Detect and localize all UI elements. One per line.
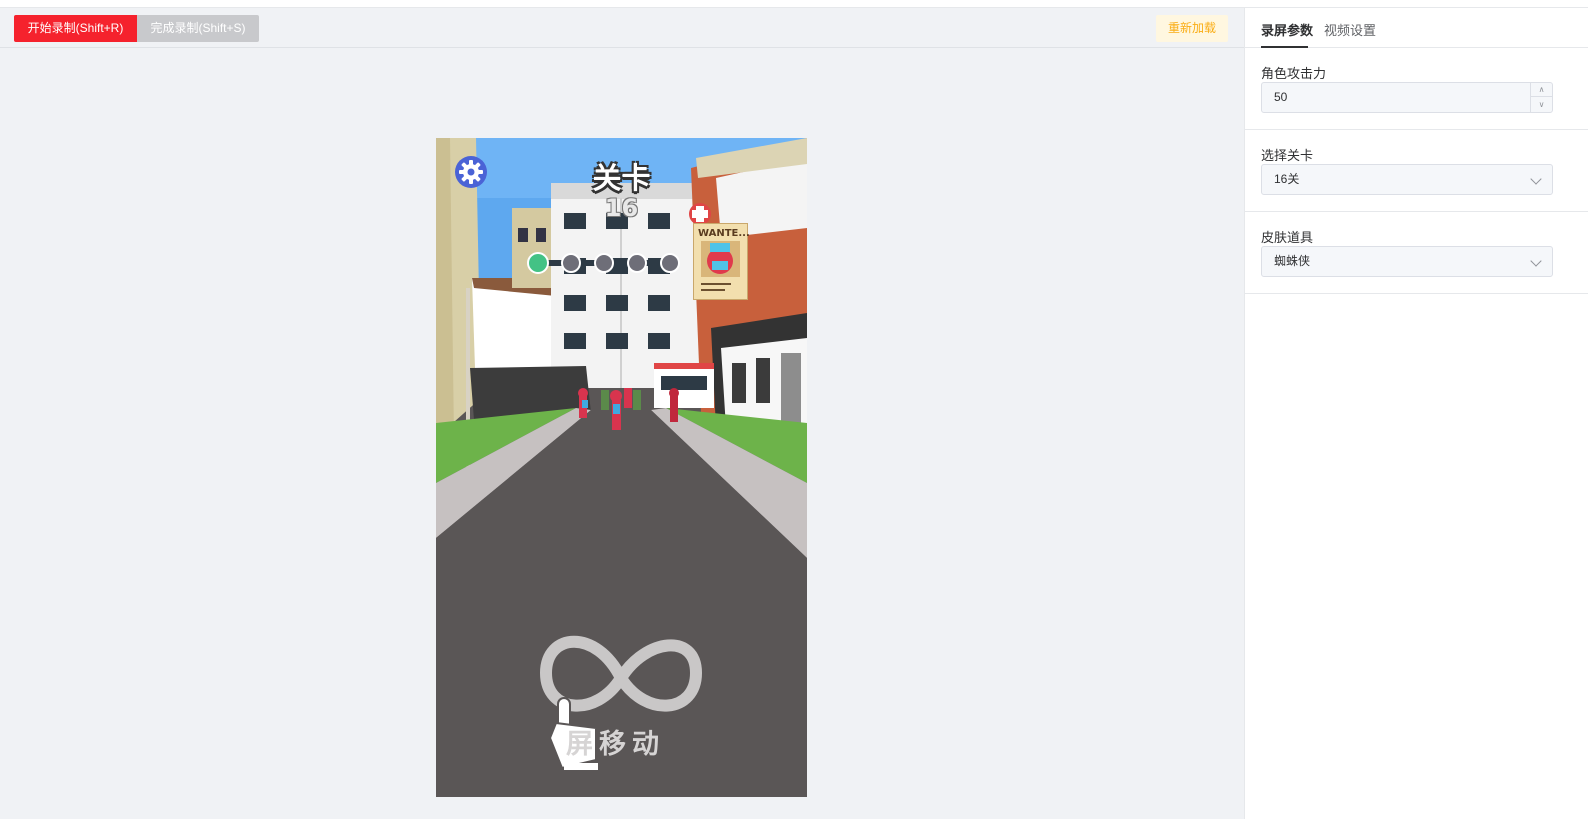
panel-tabs: 录屏参数 视频设置 [1245,8,1588,48]
skin-value: 蜘蛛侠 [1274,254,1311,268]
level-section: 选择关卡 16关 [1245,130,1588,212]
attack-section: 角色攻击力 50 ∧ ∨ [1245,48,1588,130]
attack-value: 50 [1274,90,1288,104]
skin-section: 皮肤道具 蜘蛛侠 [1245,212,1588,294]
toolbar: 开始录制(Shift+R) 完成录制(Shift+S) 重新加载 [0,8,1244,48]
level-select[interactable]: 16关 [1261,164,1553,195]
level-label: 选择关卡 [1261,148,1314,163]
level-value: 16关 [1274,172,1300,186]
tab-record-params[interactable]: 录屏参数 [1261,20,1313,39]
finish-recording-button[interactable]: 完成录制(Shift+S) [137,15,259,42]
settings-panel: 录屏参数 视频设置 角色攻击力 50 ∧ ∨ 选择关卡 16关 皮肤道具 蜘蛛侠 [1244,8,1588,819]
attack-label: 角色攻击力 [1261,66,1327,81]
tab-video-settings[interactable]: 视频设置 [1324,20,1376,39]
wanted-label: WANTE... [698,228,750,239]
attack-stepper: ∧ ∨ [1530,83,1552,112]
game-canvas[interactable]: 关卡 16 WANTE... 屏移动 [436,138,807,797]
chevron-down-icon [1530,255,1542,267]
skin-select[interactable]: 蜘蛛侠 [1261,246,1553,277]
reload-button[interactable]: 重新加载 [1156,15,1228,42]
start-recording-button[interactable]: 开始录制(Shift+R) [14,15,137,42]
hud-title: 关卡 [592,161,651,195]
hud-level-number: 16 [604,194,639,222]
stepper-down-icon[interactable]: ∨ [1531,98,1552,112]
game-scene [436,138,807,797]
hint-text: 屏移动 [566,729,665,760]
stepper-up-icon[interactable]: ∧ [1531,83,1552,97]
chevron-down-icon [1530,173,1542,185]
attack-input[interactable]: 50 ∧ ∨ [1261,82,1553,113]
top-strip [0,0,1588,8]
main-area: 开始录制(Shift+R) 完成录制(Shift+S) 重新加载 关卡 16 W… [0,8,1244,819]
skin-label: 皮肤道具 [1261,230,1314,245]
